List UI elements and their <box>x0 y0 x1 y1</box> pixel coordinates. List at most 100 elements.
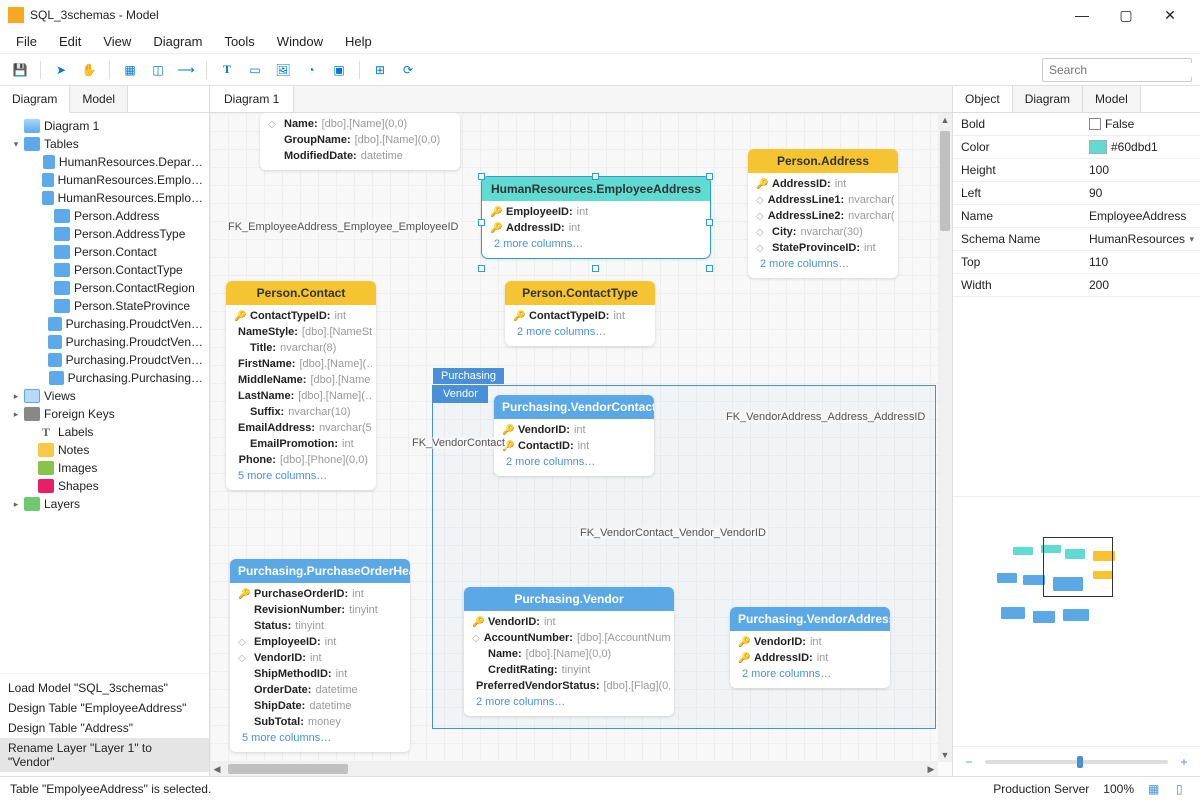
tab-object[interactable]: Object <box>953 86 1013 112</box>
tree-item[interactable]: Purchasing.ProudctVen… <box>0 315 209 333</box>
label-icon[interactable]: T <box>215 58 239 82</box>
entity-table[interactable]: Purchasing.Vendor🔑VendorID:int◇AccountNu… <box>464 587 674 716</box>
tree-item[interactable]: HumanResources.Depar… <box>0 153 209 171</box>
selection-handle[interactable] <box>592 265 599 272</box>
diagram-canvas[interactable]: ◇Name:[dbo].[Name](0,0)GroupName:[dbo].[… <box>210 113 938 762</box>
pointer-icon[interactable]: ➤ <box>49 58 73 82</box>
entity-table[interactable]: Person.ContactType🔑ContactTypeID:int2 mo… <box>505 281 655 346</box>
tree-item[interactable]: Purchasing.ProudctVen… <box>0 333 209 351</box>
menu-window[interactable]: Window <box>267 31 333 52</box>
scroll-left-icon[interactable]: ◀ <box>210 762 224 776</box>
entity-table[interactable]: Purchasing.VendorAddress🔑VendorID:int🔑Ad… <box>730 607 890 688</box>
save-icon[interactable]: 💾 <box>8 58 32 82</box>
image-icon[interactable]: 🖼 <box>271 58 295 82</box>
tree-item[interactable]: Purchasing.Purchasing… <box>0 369 209 387</box>
prop-row[interactable]: Height100 <box>953 159 1200 182</box>
selection-handle[interactable] <box>478 173 485 180</box>
scroll-down-icon[interactable]: ▼ <box>938 748 952 762</box>
history-item[interactable]: Design Table "Address" <box>0 718 209 738</box>
tree-item[interactable]: TLabels <box>0 423 209 441</box>
table-icon[interactable]: ▦ <box>118 58 142 82</box>
tree-item[interactable]: Person.AddressType <box>0 225 209 243</box>
tree-item[interactable]: Notes <box>0 441 209 459</box>
menu-tools[interactable]: Tools <box>214 31 264 52</box>
menu-diagram[interactable]: Diagram <box>143 31 212 52</box>
tree-item[interactable]: Person.ContactType <box>0 261 209 279</box>
entity-table[interactable]: Purchasing.VendorContact🔑VendorID:int🔑Co… <box>494 395 654 476</box>
scrollbar-horizontal[interactable]: ◀ ▶ <box>210 762 938 776</box>
selection-handle[interactable] <box>706 265 713 272</box>
tab-diagram1[interactable]: Diagram 1 <box>210 86 294 112</box>
search-input[interactable] <box>1049 63 1200 77</box>
entity-table[interactable]: Person.Contact🔑ContactTypeID:intNameStyl… <box>226 281 376 490</box>
selection-handle[interactable] <box>478 219 485 226</box>
selection-handle[interactable] <box>706 219 713 226</box>
tab-model[interactable]: Model <box>70 86 128 112</box>
entity-table[interactable]: ◇Name:[dbo].[Name](0,0)GroupName:[dbo].[… <box>260 113 460 170</box>
menu-edit[interactable]: Edit <box>49 31 91 52</box>
tree-item[interactable]: HumanResources.Emplo… <box>0 189 209 207</box>
tree-item[interactable]: Diagram 1 <box>0 117 209 135</box>
menu-file[interactable]: File <box>6 31 47 52</box>
note-icon[interactable]: ▭ <box>243 58 267 82</box>
auto-layout-icon[interactable]: ⊞ <box>368 58 392 82</box>
search-box[interactable]: 🔍 <box>1042 58 1192 82</box>
entity-table[interactable]: Person.Address🔑AddressID:int◇AddressLine… <box>748 149 898 278</box>
prop-row[interactable]: Schema NameHumanResources▾ <box>953 228 1200 251</box>
left-tabs: Diagram Model <box>0 86 209 113</box>
layer-tab[interactable]: Vendor <box>433 385 488 403</box>
tree-item[interactable]: Person.ContactRegion <box>0 279 209 297</box>
selection-handle[interactable] <box>478 265 485 272</box>
prop-row[interactable]: Color#60dbd1 <box>953 136 1200 159</box>
zoom-in-icon[interactable]: + <box>1176 755 1192 769</box>
tree-item[interactable]: Person.Contact <box>0 243 209 261</box>
minimize-button[interactable]: ― <box>1060 0 1104 30</box>
history-item[interactable]: Rename Layer "Layer 1" to "Vendor" <box>0 738 209 772</box>
panel-toggle-icon[interactable]: ▯ <box>1176 782 1190 796</box>
scroll-right-icon[interactable]: ▶ <box>924 762 938 776</box>
history-item[interactable]: Load Model "SQL_3schemas" <box>0 678 209 698</box>
prop-row[interactable]: BoldFalse <box>953 113 1200 136</box>
tree-item[interactable]: Person.Address <box>0 207 209 225</box>
hand-icon[interactable]: ✋ <box>77 58 101 82</box>
tree-item[interactable]: ▸Layers <box>0 495 209 513</box>
refresh-icon[interactable]: ⟳ <box>396 58 420 82</box>
tree[interactable]: Diagram 1▾TablesHumanResources.Depar…Hum… <box>0 113 209 673</box>
zoom-out-icon[interactable]: − <box>961 755 977 769</box>
selection-handle[interactable] <box>592 173 599 180</box>
scrollbar-vertical[interactable]: ▲ ▼ <box>938 113 952 762</box>
tree-item[interactable]: Purchasing.ProudctVen… <box>0 351 209 369</box>
scroll-up-icon[interactable]: ▲ <box>938 113 952 127</box>
maximize-button[interactable]: ▢ <box>1104 0 1148 30</box>
foreignkey-icon[interactable]: ⟶ <box>174 58 198 82</box>
menubar: FileEditViewDiagramToolsWindowHelp <box>0 30 1200 54</box>
tree-item[interactable]: ▸Views <box>0 387 209 405</box>
layer-icon[interactable]: ▣ <box>327 58 351 82</box>
selection-handle[interactable] <box>706 173 713 180</box>
entity-table[interactable]: Purchasing.PurchaseOrderHeader🔑PurchaseO… <box>230 559 410 752</box>
view-icon[interactable]: ◫ <box>146 58 170 82</box>
prop-row[interactable]: NameEmployeeAddress <box>953 205 1200 228</box>
prop-row[interactable]: Left90 <box>953 182 1200 205</box>
tree-item[interactable]: Person.StateProvince <box>0 297 209 315</box>
tree-item[interactable]: Images <box>0 459 209 477</box>
tree-item[interactable]: ▾Tables <box>0 135 209 153</box>
tree-item[interactable]: ▸Foreign Keys <box>0 405 209 423</box>
prop-row[interactable]: Top110 <box>953 251 1200 274</box>
tab-diagram-props[interactable]: Diagram <box>1013 86 1083 112</box>
menu-help[interactable]: Help <box>335 31 382 52</box>
grid-toggle-icon[interactable]: ▦ <box>1148 782 1162 796</box>
entity-table[interactable]: HumanResources.EmployeeAddress🔑EmployeeI… <box>482 177 710 258</box>
shape-icon[interactable]: ◔ <box>299 58 323 82</box>
tab-model-props[interactable]: Model <box>1083 86 1141 112</box>
tree-item[interactable]: Shapes <box>0 477 209 495</box>
zoom-slider[interactable] <box>985 760 1168 764</box>
menu-view[interactable]: View <box>93 31 141 52</box>
close-button[interactable]: ✕ <box>1148 0 1192 30</box>
history-item[interactable]: Design Table "EmployeeAddress" <box>0 698 209 718</box>
minimap-viewport[interactable] <box>1043 537 1113 597</box>
tree-item[interactable]: HumanResources.Emplo… <box>0 171 209 189</box>
prop-row[interactable]: Width200 <box>953 274 1200 297</box>
tab-diagram[interactable]: Diagram <box>0 86 70 113</box>
minimap[interactable] <box>953 496 1200 746</box>
